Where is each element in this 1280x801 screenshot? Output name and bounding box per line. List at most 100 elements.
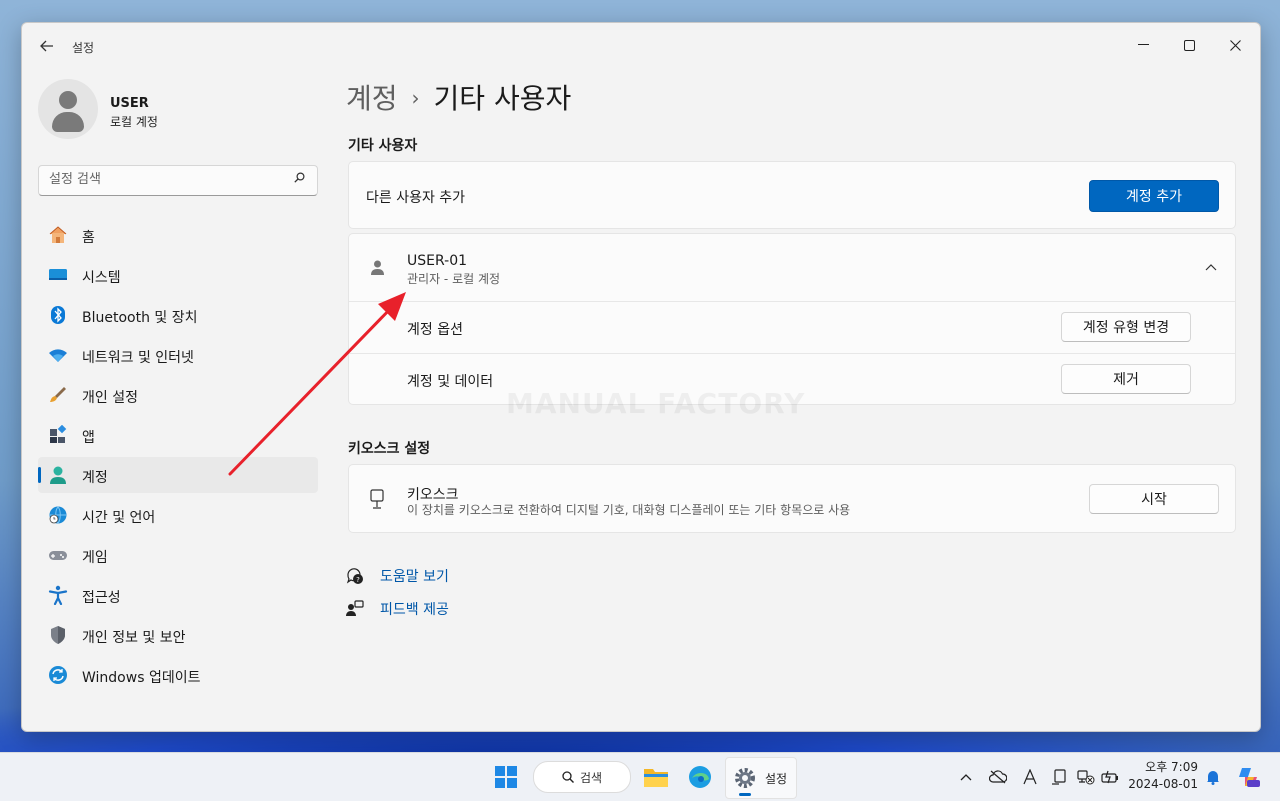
- user-role: 관리자 - 로컬 계정: [407, 272, 501, 286]
- sidebar-item-label: 앱: [82, 430, 95, 446]
- clock-time: 오후 7:09: [1145, 760, 1198, 774]
- sidebar-item-label: 게임: [82, 550, 108, 566]
- taskbar-search-label: 검색: [580, 771, 603, 785]
- page-title: 기타 사용자: [433, 82, 572, 115]
- kiosk-icon: [370, 489, 384, 509]
- kiosk-section-title: 키오스크 설정: [348, 441, 431, 457]
- system-icon: [49, 269, 67, 280]
- window-title: 설정: [72, 41, 95, 55]
- add-user-card: 다른 사용자 추가 계정 추가: [348, 161, 1236, 229]
- help-link[interactable]: ? 도움말 보기: [346, 565, 449, 587]
- taskbar-file-explorer[interactable]: [638, 759, 674, 795]
- change-account-type-button[interactable]: 계정 유형 변경: [1061, 312, 1191, 342]
- maximize-button[interactable]: [1166, 29, 1212, 61]
- kiosk-description: 이 장치를 키오스크로 전환하여 디지털 기호, 대화형 디스플레이 또는 기타…: [407, 503, 851, 517]
- add-user-label: 다른 사용자 추가: [366, 190, 466, 206]
- help-link-label: 도움말 보기: [380, 569, 449, 585]
- kiosk-card: 키오스크 이 장치를 키오스크로 전환하여 디지털 기호, 대화형 디스플레이 …: [348, 464, 1236, 533]
- help-icon: ?: [346, 568, 363, 584]
- gear-icon: [735, 768, 755, 788]
- chevron-up-icon[interactable]: [1205, 264, 1217, 271]
- copilot-button[interactable]: [1236, 765, 1260, 789]
- feedback-link[interactable]: 피드백 제공: [346, 598, 449, 620]
- sidebar-item-apps[interactable]: 앱: [38, 417, 318, 453]
- bluetooth-icon: [51, 306, 65, 324]
- sidebar-item-label: 시스템: [82, 270, 121, 286]
- input-indicator[interactable]: [1020, 767, 1040, 787]
- sidebar-item-system[interactable]: 시스템: [38, 257, 318, 293]
- sidebar-item-label: Windows 업데이트: [82, 670, 201, 686]
- divider: [349, 353, 1235, 354]
- ethernet-disconnected-icon: [1077, 770, 1095, 785]
- shield-icon: [51, 626, 65, 644]
- update-icon: [49, 666, 67, 684]
- search-icon: [562, 771, 574, 783]
- sidebar-nav: 홈 시스템 Bluetooth 및 장치 네트워크 및 인터넷 개인 설정 앱 …: [38, 217, 318, 697]
- title-bar: 설정: [22, 23, 1260, 69]
- taskbar-edge[interactable]: [682, 759, 718, 795]
- sidebar-item-personalization[interactable]: 개인 설정: [38, 377, 318, 413]
- sidebar-item-network[interactable]: 네트워크 및 인터넷: [38, 337, 318, 373]
- battery-tray[interactable]: [1100, 767, 1120, 787]
- breadcrumb: 계정 › 기타 사용자: [346, 77, 571, 117]
- start-button[interactable]: [488, 759, 524, 795]
- close-icon: [1229, 39, 1241, 51]
- home-icon: [49, 226, 67, 243]
- bell-icon: [1207, 771, 1219, 785]
- cloud-offline-icon: [989, 770, 1007, 784]
- feedback-icon: [346, 600, 364, 616]
- show-hidden-icons-button[interactable]: [956, 767, 976, 787]
- settings-search[interactable]: [38, 165, 318, 196]
- notifications-button[interactable]: [1203, 767, 1223, 787]
- time-language-icon: [49, 506, 67, 524]
- add-account-button[interactable]: 계정 추가: [1089, 180, 1219, 212]
- account-data-label: 계정 및 데이터: [407, 374, 494, 390]
- search-icon: [294, 172, 305, 183]
- other-users-section-title: 기타 사용자: [348, 138, 418, 154]
- search-input[interactable]: [49, 172, 279, 187]
- minimize-icon: [1137, 44, 1149, 45]
- minimize-button[interactable]: [1120, 29, 1166, 61]
- user-header[interactable]: USER-01 관리자 - 로컬 계정: [349, 234, 1235, 301]
- close-button[interactable]: [1212, 29, 1258, 61]
- sidebar-item-home[interactable]: 홈: [38, 217, 318, 253]
- sidebar-item-label: 접근성: [82, 590, 121, 606]
- user-card: USER-01 관리자 - 로컬 계정 계정 옵션 계정 유형 변경 계정 및 …: [348, 233, 1236, 405]
- sidebar-item-label: 계정: [82, 470, 108, 486]
- sidebar-item-gaming[interactable]: 게임: [38, 537, 318, 573]
- remove-button[interactable]: 제거: [1061, 364, 1191, 394]
- sidebar-item-label: 홈: [82, 230, 95, 246]
- clock[interactable]: 오후 7:09 2024-08-01: [1124, 759, 1198, 793]
- onedrive-tray[interactable]: [988, 767, 1008, 787]
- sidebar-item-label: Bluetooth 및 장치: [82, 310, 198, 326]
- apps-icon: [50, 425, 67, 443]
- divider: [349, 301, 1235, 302]
- avatar: [38, 79, 98, 139]
- device-tray[interactable]: [1050, 767, 1070, 787]
- taskbar-settings[interactable]: 설정: [725, 757, 797, 799]
- font-a-icon: [1023, 769, 1037, 785]
- sidebar-item-windows-update[interactable]: Windows 업데이트: [38, 657, 318, 693]
- wifi-icon: [49, 349, 67, 362]
- device-icon: [1052, 769, 1066, 785]
- brush-icon: [50, 387, 66, 402]
- account-icon: [50, 466, 66, 484]
- feedback-link-label: 피드백 제공: [380, 602, 449, 618]
- back-arrow-icon: [40, 40, 53, 52]
- sidebar-item-label: 시간 및 언어: [82, 510, 156, 526]
- back-button[interactable]: [36, 35, 58, 57]
- sidebar-item-label: 개인 정보 및 보안: [82, 630, 186, 646]
- settings-window: 설정 USER 로컬 계정 홈 시스템 Bluetooth 및 장치: [21, 22, 1261, 732]
- taskbar-search[interactable]: 검색: [533, 761, 631, 793]
- sidebar-item-time-language[interactable]: 시간 및 언어: [38, 497, 318, 533]
- network-tray[interactable]: [1076, 767, 1096, 787]
- breadcrumb-separator: ›: [411, 86, 420, 110]
- sidebar-item-accessibility[interactable]: 접근성: [38, 577, 318, 613]
- kiosk-start-button[interactable]: 시작: [1089, 484, 1219, 514]
- sidebar-item-bluetooth[interactable]: Bluetooth 및 장치: [38, 297, 318, 333]
- sidebar-item-accounts[interactable]: 계정: [38, 457, 318, 493]
- battery-charging-icon: [1101, 770, 1118, 784]
- chevron-up-icon: [960, 774, 972, 781]
- breadcrumb-parent[interactable]: 계정: [346, 82, 398, 115]
- sidebar-item-privacy[interactable]: 개인 정보 및 보안: [38, 617, 318, 653]
